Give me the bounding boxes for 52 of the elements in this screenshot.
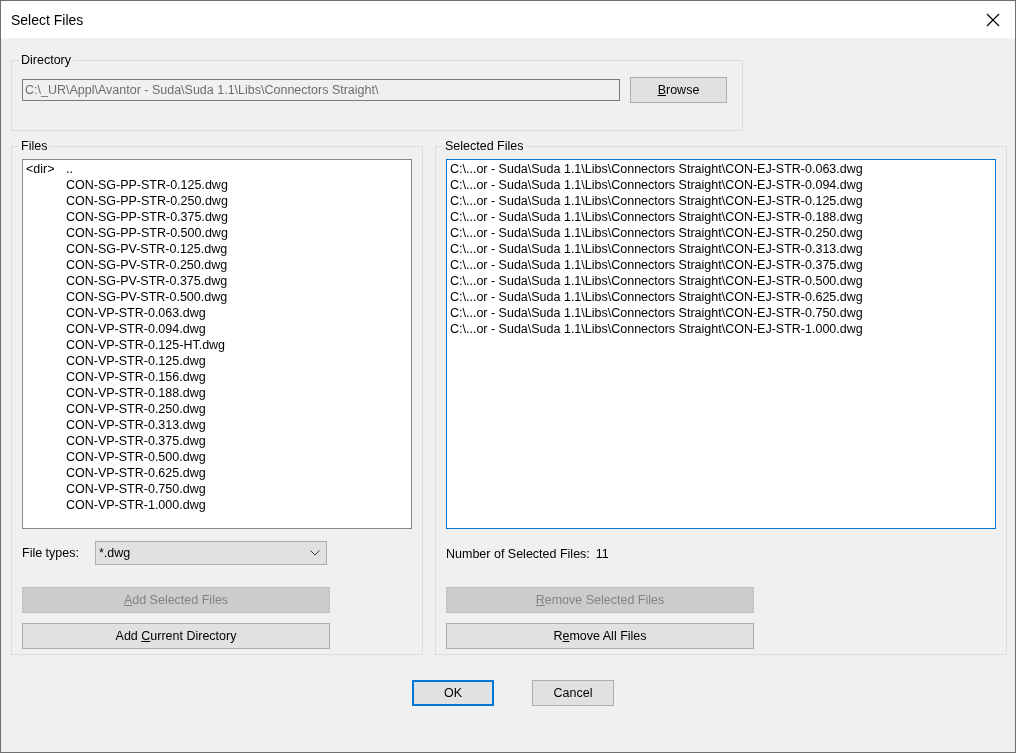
file-list-item[interactable]: CON-VP-STR-0.156.dwg	[66, 369, 206, 385]
selected-file-item[interactable]: C:\...or - Suda\Suda 1.1\Libs\Connectors Straight\CON-EJ-STR-0.063.dwg	[450, 161, 863, 177]
file-list-item[interactable]: CON-VP-STR-0.500.dwg	[66, 449, 206, 465]
selected-file-item[interactable]: C:\...or - Suda\Suda 1.1\Libs\Connectors Straight\CON-EJ-STR-1.000.dwg	[450, 321, 863, 337]
selected-file-item[interactable]: C:\...or - Suda\Suda 1.1\Libs\Connectors Straight\CON-EJ-STR-0.094.dwg	[450, 177, 863, 193]
file-list-item[interactable]: CON-VP-STR-0.188.dwg	[66, 385, 206, 401]
foot-button[interactable]: OK	[412, 680, 494, 706]
file-list-item[interactable]: CON-VP-STR-1.000.dwg	[66, 497, 206, 513]
wide-button[interactable]: Remove All Files	[446, 623, 754, 649]
window-title: Select Files	[11, 11, 84, 28]
file-list-item[interactable]: CON-VP-STR-0.125-HT.dwg	[66, 337, 226, 353]
selected-file-item[interactable]: C:\...or - Suda\Suda 1.1\Libs\Connectors Straight\CON-EJ-STR-0.188.dwg	[450, 209, 863, 225]
selected-file-item[interactable]: C:\...or - Suda\Suda 1.1\Libs\Connectors Straight\CON-EJ-STR-0.500.dwg	[450, 273, 863, 289]
selected-file-item[interactable]: C:\...or - Suda\Suda 1.1\Libs\Connectors Straight\CON-EJ-STR-0.625.dwg	[450, 289, 863, 305]
file-list-item[interactable]: CON-SG-PV-STR-0.500.dwg	[66, 289, 228, 305]
file-list-item[interactable]: CON-VP-STR-0.094.dwg	[66, 321, 206, 337]
file-list-item[interactable]: CON-SG-PV-STR-0.250.dwg	[66, 257, 228, 273]
file-list-item[interactable]: CON-SG-PP-STR-0.250.dwg	[66, 193, 228, 209]
selected-file-item[interactable]: C:\...or - Suda\Suda 1.1\Libs\Connectors Straight\CON-EJ-STR-0.313.dwg	[450, 241, 863, 257]
file-list-item[interactable]: CON-SG-PP-STR-0.125.dwg	[66, 177, 228, 193]
dir-tag: <dir>	[26, 161, 66, 177]
close-icon[interactable]	[986, 12, 1000, 27]
file-list-item[interactable]: CON-SG-PP-STR-0.500.dwg	[66, 225, 228, 241]
file-list-item[interactable]: CON-VP-STR-0.750.dwg	[66, 481, 206, 497]
group-label: Directory	[20, 53, 72, 67]
selected-files-list[interactable]	[446, 159, 996, 529]
selected-file-item[interactable]: C:\...or - Suda\Suda 1.1\Libs\Connectors Straight\CON-EJ-STR-0.250.dwg	[450, 225, 863, 241]
directory-path-field[interactable]: C:\_UR\Appl\Avantor - Suda\Suda 1.1\Libs\Connectors Straight\	[22, 79, 620, 101]
count-value: 11	[595, 547, 609, 561]
file-list-item[interactable]: CON-SG-PP-STR-0.375.dwg	[66, 209, 228, 225]
browse-button[interactable]: Browse	[630, 77, 727, 103]
file-list-item[interactable]: CON-VP-STR-0.125.dwg	[66, 353, 206, 369]
file-list-item[interactable]: CON-VP-STR-0.063.dwg	[66, 305, 206, 321]
group-label: Files	[20, 139, 49, 153]
group-label: Selected Files	[444, 139, 525, 153]
file-list-item[interactable]: ..	[66, 161, 73, 177]
selected-file-item[interactable]: C:\...or - Suda\Suda 1.1\Libs\Connectors Straight\CON-EJ-STR-0.125.dwg	[450, 193, 863, 209]
file-list-item[interactable]: CON-SG-PV-STR-0.125.dwg	[66, 241, 228, 257]
files-list[interactable]	[22, 159, 412, 529]
file-list-item[interactable]: CON-SG-PV-STR-0.375.dwg	[66, 273, 228, 289]
foot-button[interactable]: Cancel	[532, 680, 614, 706]
wide-button[interactable]: Add Current Directory	[22, 623, 330, 649]
file-types-dropdown[interactable]: *.dwg	[94, 541, 327, 565]
file-list-item[interactable]: CON-VP-STR-0.313.dwg	[66, 417, 206, 433]
count-label: Number of Selected Files:	[446, 547, 590, 561]
file-types-label: File types:	[22, 546, 79, 560]
file-list-item[interactable]: CON-VP-STR-0.375.dwg	[66, 433, 206, 449]
selected-file-item[interactable]: C:\...or - Suda\Suda 1.1\Libs\Connectors Straight\CON-EJ-STR-0.750.dwg	[450, 305, 863, 321]
file-list-item[interactable]: CON-VP-STR-0.250.dwg	[66, 401, 206, 417]
file-list-item[interactable]: CON-VP-STR-0.625.dwg	[66, 465, 206, 481]
selected-file-item[interactable]: C:\...or - Suda\Suda 1.1\Libs\Connectors Straight\CON-EJ-STR-0.375.dwg	[450, 257, 863, 273]
chevron-down-icon	[309, 550, 320, 556]
